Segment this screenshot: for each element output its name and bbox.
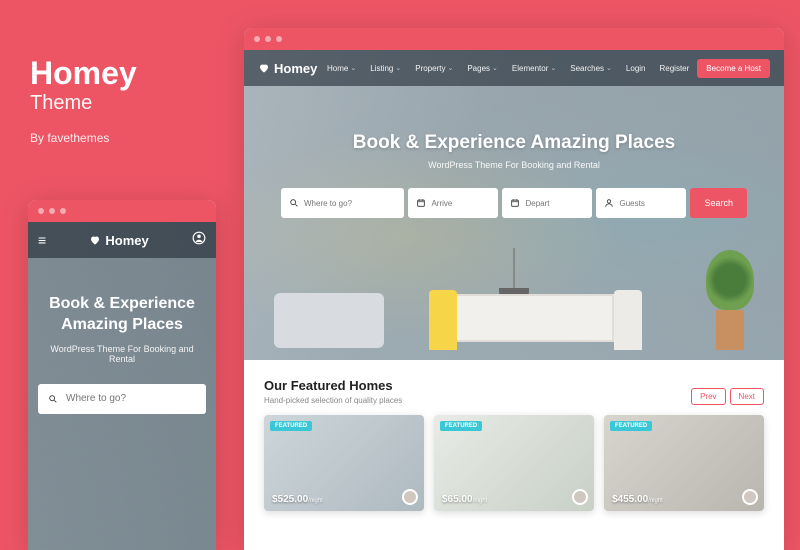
- nav-register[interactable]: Register: [654, 60, 696, 77]
- chevron-down-icon: ⌄: [492, 64, 498, 72]
- listing-price: $65.00/night: [442, 494, 487, 505]
- hero-decor: [244, 210, 784, 360]
- search-button[interactable]: Search: [690, 188, 747, 218]
- search-bar: Search: [281, 188, 747, 218]
- avatar[interactable]: [572, 489, 588, 505]
- mobile-window-chrome: [28, 200, 216, 222]
- avatar[interactable]: [402, 489, 418, 505]
- chevron-down-icon: ⌄: [606, 64, 612, 72]
- hero-section: Book & Experience Amazing Places WordPre…: [244, 50, 784, 360]
- hero-subtitle: WordPress Theme For Booking and Rental: [244, 160, 784, 170]
- featured-heading: Our Featured Homes Hand-picked selection…: [264, 378, 764, 405]
- listing-card[interactable]: FEATURED $455.00/night: [604, 415, 764, 511]
- listing-card[interactable]: FEATURED $65.00/night: [434, 415, 594, 511]
- featured-subtitle: Hand-picked selection of quality places: [264, 396, 402, 405]
- become-host-button[interactable]: Become a Host: [697, 59, 770, 78]
- chevron-down-icon: ⌄: [395, 64, 401, 72]
- mobile-preview-window: ≡ Homey Book & Experience Amazing Places…: [28, 200, 216, 550]
- depart-field[interactable]: [502, 188, 592, 218]
- chevron-down-icon: ⌄: [550, 64, 556, 72]
- featured-badge: FEATURED: [270, 421, 312, 431]
- avatar[interactable]: [742, 489, 758, 505]
- search-icon: [289, 198, 299, 208]
- mobile-where-input[interactable]: [66, 393, 196, 404]
- heart-icon: [89, 234, 101, 246]
- traffic-light-dot: [254, 36, 260, 42]
- where-field[interactable]: [281, 188, 404, 218]
- traffic-light-dot: [276, 36, 282, 42]
- promo-byline: By favethemes: [30, 131, 137, 145]
- traffic-light-dot: [49, 208, 55, 214]
- featured-title: Our Featured Homes: [264, 378, 402, 393]
- where-input[interactable]: [304, 199, 396, 208]
- desktop-logo[interactable]: Homey: [258, 61, 317, 76]
- mobile-body: ≡ Homey Book & Experience Amazing Places…: [28, 222, 216, 550]
- featured-cards: FEATURED $525.00/night FEATURED $65.00/n…: [264, 415, 764, 511]
- depart-input[interactable]: [525, 199, 584, 208]
- mobile-hero-title: Book & Experience Amazing Places: [28, 258, 216, 340]
- listing-price: $455.00/night: [612, 494, 663, 505]
- featured-badge: FEATURED: [610, 421, 652, 431]
- nav-menu: Home⌄ Listing⌄ Property⌄ Pages⌄ Elemento…: [321, 59, 770, 78]
- carousel-nav: Prev Next: [691, 388, 764, 405]
- promo-block: Homey Theme By favethemes: [30, 55, 137, 145]
- brand-text: Homey: [274, 61, 317, 76]
- guests-input[interactable]: [619, 199, 678, 208]
- next-button[interactable]: Next: [730, 388, 764, 405]
- featured-badge: FEATURED: [440, 421, 482, 431]
- prev-button[interactable]: Prev: [691, 388, 725, 405]
- nav-item-elementor[interactable]: Elementor⌄: [506, 60, 562, 77]
- desktop-navbar: Homey Home⌄ Listing⌄ Property⌄ Pages⌄ El…: [244, 50, 784, 86]
- listing-card[interactable]: FEATURED $525.00/night: [264, 415, 424, 511]
- user-icon[interactable]: [192, 231, 206, 250]
- guests-field[interactable]: [596, 188, 686, 218]
- desktop-window-chrome: [244, 28, 784, 50]
- calendar-icon: [510, 198, 520, 208]
- arrive-field[interactable]: [408, 188, 498, 218]
- promo-subtitle: Theme: [30, 92, 137, 115]
- mobile-hero-sub: WordPress Theme For Booking and Rental: [28, 340, 216, 376]
- traffic-light-dot: [60, 208, 66, 214]
- mobile-navbar: ≡ Homey: [28, 222, 216, 258]
- search-icon: [48, 394, 58, 404]
- hamburger-icon[interactable]: ≡: [38, 232, 46, 248]
- nav-item-searches[interactable]: Searches⌄: [564, 60, 618, 77]
- featured-section: Our Featured Homes Hand-picked selection…: [244, 360, 784, 529]
- arrive-input[interactable]: [431, 199, 490, 208]
- traffic-light-dot: [265, 36, 271, 42]
- desktop-preview-window: Homey Home⌄ Listing⌄ Property⌄ Pages⌄ El…: [244, 28, 784, 550]
- chevron-down-icon: ⌄: [350, 64, 356, 72]
- nav-item-home[interactable]: Home⌄: [321, 60, 362, 77]
- heart-icon: [258, 62, 270, 74]
- mobile-search-field[interactable]: [38, 384, 206, 414]
- chevron-down-icon: ⌄: [447, 64, 453, 72]
- nav-item-pages[interactable]: Pages⌄: [461, 60, 504, 77]
- listing-price: $525.00/night: [272, 494, 323, 505]
- nav-item-listing[interactable]: Listing⌄: [364, 60, 407, 77]
- desktop-body: Book & Experience Amazing Places WordPre…: [244, 50, 784, 550]
- mobile-logo[interactable]: Homey: [89, 233, 148, 248]
- user-icon: [604, 198, 614, 208]
- calendar-icon: [416, 198, 426, 208]
- brand-text: Homey: [105, 233, 148, 248]
- nav-login[interactable]: Login: [620, 60, 652, 77]
- promo-title: Homey: [30, 55, 137, 92]
- nav-item-property[interactable]: Property⌄: [409, 60, 459, 77]
- traffic-light-dot: [38, 208, 44, 214]
